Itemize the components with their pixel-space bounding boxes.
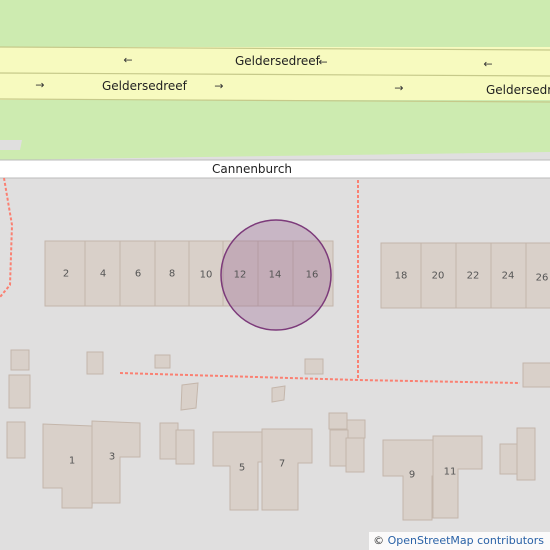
road-label-main-lower: Geldersedreef (102, 79, 187, 93)
house-number: 5 (238, 462, 246, 474)
attribution: © OpenStreetMap contributors (369, 532, 550, 550)
house-number: 8 (168, 268, 176, 280)
road-label-main-right: Geldersedreef (486, 83, 550, 97)
house-number: 6 (134, 268, 142, 280)
house-number: 4 (99, 268, 107, 280)
house-number: 26 (535, 272, 549, 284)
house-number: 11 (443, 466, 457, 478)
house-number: 16 (305, 269, 319, 281)
house-number: 22 (466, 270, 480, 282)
house-number: 24 (501, 270, 515, 282)
attribution-link[interactable]: OpenStreetMap contributors (388, 534, 544, 547)
oneway-arrow-left-icon: ← (318, 55, 328, 69)
oneway-arrow-left-icon: ← (483, 57, 493, 71)
house-number: 3 (108, 451, 116, 463)
house-number: 9 (408, 469, 416, 481)
oneway-arrow-right-icon: → (214, 79, 224, 93)
buildings-bottom-row (42, 412, 536, 521)
copyright-symbol: © (373, 534, 385, 547)
road-label-side: Cannenburch (212, 162, 293, 176)
map-view[interactable]: Geldersedreef Geldersedreef Geldersedree… (0, 0, 550, 550)
oneway-arrow-left-icon: ← (123, 53, 133, 67)
oneway-arrow-right-icon: → (35, 78, 45, 92)
house-number: 1 (68, 455, 76, 467)
house-number: 7 (278, 458, 286, 470)
house-number: 12 (233, 269, 247, 281)
oneway-arrow-right-icon: → (394, 81, 404, 95)
house-number: 2 (62, 268, 70, 280)
house-number: 20 (431, 270, 445, 282)
house-number: 18 (394, 270, 408, 282)
house-number: 10 (199, 269, 213, 281)
house-number: 14 (268, 269, 282, 281)
road-label-main-upper: Geldersedreef (235, 54, 320, 68)
